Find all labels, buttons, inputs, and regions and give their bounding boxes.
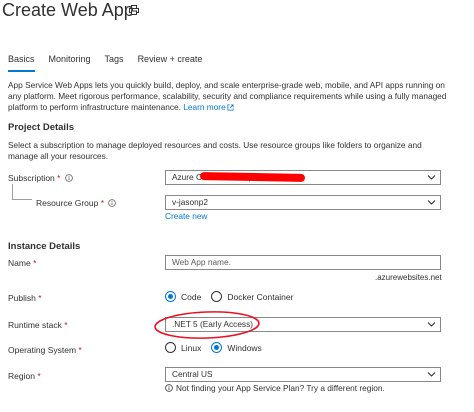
tab-tags[interactable]: Tags <box>105 54 124 64</box>
subscription-label: Subscription * <box>8 173 73 183</box>
os-linux-radio[interactable]: Linux <box>165 342 201 353</box>
name-label: Name * <box>8 258 37 268</box>
create-new-link[interactable]: Create new <box>165 211 207 221</box>
domain-suffix: .azurewebsites.net <box>375 273 442 282</box>
os-radio-group: Linux Windows <box>165 342 272 353</box>
intro-description: App Service Web Apps lets you quickly bu… <box>8 80 448 113</box>
instance-details-heading: Instance Details <box>8 241 81 252</box>
project-details-description: Select a subscription to manage deployed… <box>8 140 422 161</box>
region-value: Central US <box>172 369 213 379</box>
runtime-stack-label: Runtime stack * <box>8 320 68 330</box>
radio-unselected-icon <box>211 291 223 302</box>
publish-label: Publish * <box>8 293 42 303</box>
tree-connector <box>12 184 32 200</box>
chevron-down-icon <box>427 200 436 205</box>
region-hint: Not finding your App Service Plan? Try a… <box>165 383 385 393</box>
tab-monitoring[interactable]: Monitoring <box>49 54 91 64</box>
radio-selected-icon <box>165 291 176 302</box>
publish-docker-radio[interactable]: Docker Container <box>211 291 293 302</box>
tab-basics[interactable]: Basics <box>8 54 35 72</box>
learn-more-link[interactable]: Learn more <box>183 102 234 112</box>
region-dropdown[interactable]: Central US <box>165 367 441 382</box>
tab-review-create[interactable]: Review + create <box>138 54 203 64</box>
name-input[interactable]: Web App name. <box>165 255 441 270</box>
tab-bar: Basics Monitoring Tags Review + create <box>8 54 216 72</box>
publish-code-radio[interactable]: Code <box>165 291 201 302</box>
radio-unselected-icon <box>165 342 176 353</box>
publish-radio-group: Code Docker Container <box>165 291 303 302</box>
region-label: Region * <box>8 371 41 381</box>
info-icon <box>165 384 173 392</box>
resource-group-label: Resource Group * <box>36 198 117 208</box>
chevron-down-icon <box>427 372 436 377</box>
page-title: Create Web App <box>2 0 134 20</box>
resource-group-dropdown[interactable]: v-jasonp2 <box>165 195 441 210</box>
info-icon[interactable] <box>65 174 73 182</box>
radio-selected-icon <box>211 342 223 353</box>
operating-system-label: Operating System * <box>8 345 82 355</box>
chevron-down-icon <box>427 175 436 180</box>
external-link-icon <box>227 104 234 111</box>
os-windows-radio[interactable]: Windows <box>211 342 262 353</box>
info-icon[interactable] <box>108 199 117 207</box>
resource-group-value: v-jasonp2 <box>172 197 208 207</box>
print-icon[interactable] <box>129 5 139 15</box>
chevron-down-icon <box>427 322 436 327</box>
required-marker: * <box>57 173 61 183</box>
annotation-ellipse <box>154 311 260 339</box>
project-details-heading: Project Details <box>8 122 74 133</box>
